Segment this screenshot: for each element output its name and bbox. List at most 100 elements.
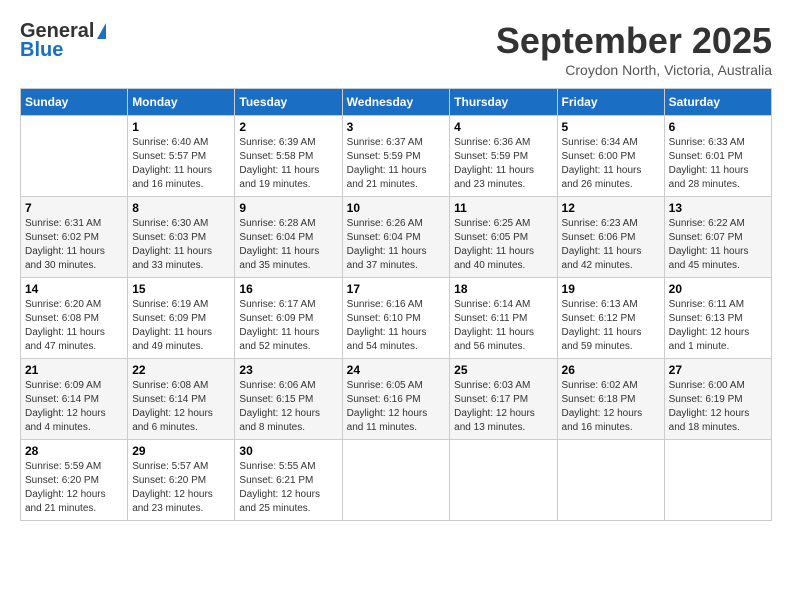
calendar-cell: 21 Sunrise: 6:09 AMSunset: 6:14 PMDayligh… (21, 359, 128, 440)
day-of-week-header: Tuesday (235, 89, 342, 116)
day-info: Sunrise: 6:40 AMSunset: 5:57 PMDaylight:… (132, 136, 230, 192)
day-number: 21 (25, 363, 123, 377)
day-of-week-header: Saturday (664, 89, 771, 116)
day-info: Sunrise: 6:34 AMSunset: 6:00 PMDaylight:… (562, 136, 660, 192)
day-of-week-header: Thursday (450, 89, 557, 116)
day-info: Sunrise: 6:11 AMSunset: 6:13 PMDaylight:… (669, 298, 767, 354)
day-number: 1 (132, 120, 230, 134)
day-info: Sunrise: 6:25 AMSunset: 6:05 PMDaylight:… (454, 217, 552, 273)
day-info: Sunrise: 6:09 AMSunset: 6:14 PMDaylight:… (25, 379, 123, 435)
day-info: Sunrise: 5:59 AMSunset: 6:20 PMDaylight:… (25, 460, 123, 516)
day-info: Sunrise: 6:23 AMSunset: 6:06 PMDaylight:… (562, 217, 660, 273)
calendar-cell: 13Sunrise: 6:22 AMSunset: 6:07 PMDayligh… (664, 197, 771, 278)
day-number: 6 (669, 120, 767, 134)
day-number: 10 (347, 201, 446, 215)
calendar-cell: 7Sunrise: 6:31 AMSunset: 6:02 PMDaylight… (21, 197, 128, 278)
calendar-week-row: 7Sunrise: 6:31 AMSunset: 6:02 PMDaylight… (21, 197, 772, 278)
calendar-cell: 3 Sunrise: 6:37 AMSunset: 5:59 PMDaylight… (342, 116, 450, 197)
calendar-cell: 30 Sunrise: 5:55 AMSunset: 6:21 PMDayligh… (235, 440, 342, 521)
day-info: Sunrise: 6:39 AMSunset: 5:58 PMDaylight:… (239, 136, 337, 192)
calendar-cell: 19 Sunrise: 6:13 AMSunset: 6:12 PMDayligh… (557, 278, 664, 359)
day-info: Sunrise: 6:26 AMSunset: 6:04 PMDaylight:… (347, 217, 446, 273)
day-of-week-header: Wednesday (342, 89, 450, 116)
day-info: Sunrise: 6:14 AMSunset: 6:11 PMDaylight:… (454, 298, 552, 354)
day-number: 7 (25, 201, 123, 215)
calendar-week-row: 14 Sunrise: 6:20 AMSunset: 6:08 PMDayligh… (21, 278, 772, 359)
day-number: 3 (347, 120, 446, 134)
day-number: 8 (132, 201, 230, 215)
calendar-cell: 17 Sunrise: 6:16 AMSunset: 6:10 PMDayligh… (342, 278, 450, 359)
day-of-week-header: Friday (557, 89, 664, 116)
logo: General Blue (20, 20, 106, 62)
calendar-cell: 15 Sunrise: 6:19 AMSunset: 6:09 PMDayligh… (128, 278, 235, 359)
page-header: General Blue September 2025 Croydon Nort… (20, 20, 772, 78)
calendar-cell: 14 Sunrise: 6:20 AMSunset: 6:08 PMDayligh… (21, 278, 128, 359)
day-number: 2 (239, 120, 337, 134)
calendar-cell: 9 Sunrise: 6:28 AMSunset: 6:04 PMDaylight… (235, 197, 342, 278)
day-info: Sunrise: 6:05 AMSunset: 6:16 PMDaylight:… (347, 379, 446, 435)
calendar-cell: 5 Sunrise: 6:34 AMSunset: 6:00 PMDaylight… (557, 116, 664, 197)
calendar-week-row: 1 Sunrise: 6:40 AMSunset: 5:57 PMDaylight… (21, 116, 772, 197)
day-info: Sunrise: 6:02 AMSunset: 6:18 PMDaylight:… (562, 379, 660, 435)
calendar-cell: 4Sunrise: 6:36 AMSunset: 5:59 PMDaylight… (450, 116, 557, 197)
calendar-cell: 18Sunrise: 6:14 AMSunset: 6:11 PMDayligh… (450, 278, 557, 359)
day-info: Sunrise: 6:06 AMSunset: 6:15 PMDaylight:… (239, 379, 337, 435)
title-section: September 2025 Croydon North, Victoria, … (496, 20, 772, 78)
day-info: Sunrise: 6:00 AMSunset: 6:19 PMDaylight:… (669, 379, 767, 435)
day-number: 24 (347, 363, 446, 377)
day-info: Sunrise: 5:57 AMSunset: 6:20 PMDaylight:… (132, 460, 230, 516)
day-number: 28 (25, 444, 123, 458)
day-number: 27 (669, 363, 767, 377)
day-info: Sunrise: 6:28 AMSunset: 6:04 PMDaylight:… (239, 217, 337, 273)
day-number: 5 (562, 120, 660, 134)
day-number: 12 (562, 201, 660, 215)
calendar-cell: 28 Sunrise: 5:59 AMSunset: 6:20 PMDayligh… (21, 440, 128, 521)
day-info: Sunrise: 6:08 AMSunset: 6:14 PMDaylight:… (132, 379, 230, 435)
calendar-cell: 20 Sunrise: 6:11 AMSunset: 6:13 PMDayligh… (664, 278, 771, 359)
day-number: 25 (454, 363, 552, 377)
calendar-cell: 26 Sunrise: 6:02 AMSunset: 6:18 PMDayligh… (557, 359, 664, 440)
day-number: 9 (239, 201, 337, 215)
day-number: 26 (562, 363, 660, 377)
calendar-cell: 6Sunrise: 6:33 AMSunset: 6:01 PMDaylight… (664, 116, 771, 197)
day-info: Sunrise: 6:22 AMSunset: 6:07 PMDaylight:… (669, 217, 767, 273)
day-number: 30 (239, 444, 337, 458)
day-number: 14 (25, 282, 123, 296)
day-info: Sunrise: 6:20 AMSunset: 6:08 PMDaylight:… (25, 298, 123, 354)
logo-blue: Blue (20, 39, 63, 62)
day-number: 17 (347, 282, 446, 296)
day-number: 15 (132, 282, 230, 296)
day-number: 19 (562, 282, 660, 296)
calendar-cell: 10 Sunrise: 6:26 AMSunset: 6:04 PMDayligh… (342, 197, 450, 278)
calendar-cell: 25Sunrise: 6:03 AMSunset: 6:17 PMDayligh… (450, 359, 557, 440)
calendar-cell (664, 440, 771, 521)
day-number: 16 (239, 282, 337, 296)
calendar-cell (21, 116, 128, 197)
day-number: 29 (132, 444, 230, 458)
calendar-cell: 16Sunrise: 6:17 AMSunset: 6:09 PMDayligh… (235, 278, 342, 359)
calendar-cell: 27 Sunrise: 6:00 AMSunset: 6:19 PMDayligh… (664, 359, 771, 440)
calendar-header-row: SundayMondayTuesdayWednesdayThursdayFrid… (21, 89, 772, 116)
calendar-cell: 12 Sunrise: 6:23 AMSunset: 6:06 PMDayligh… (557, 197, 664, 278)
location: Croydon North, Victoria, Australia (496, 62, 772, 78)
day-of-week-header: Monday (128, 89, 235, 116)
calendar-cell (450, 440, 557, 521)
calendar-cell: 24 Sunrise: 6:05 AMSunset: 6:16 PMDayligh… (342, 359, 450, 440)
calendar-cell: 2 Sunrise: 6:39 AMSunset: 5:58 PMDaylight… (235, 116, 342, 197)
calendar-cell (557, 440, 664, 521)
calendar-cell: 23Sunrise: 6:06 AMSunset: 6:15 PMDayligh… (235, 359, 342, 440)
day-info: Sunrise: 6:19 AMSunset: 6:09 PMDaylight:… (132, 298, 230, 354)
day-info: Sunrise: 6:16 AMSunset: 6:10 PMDaylight:… (347, 298, 446, 354)
calendar-week-row: 28 Sunrise: 5:59 AMSunset: 6:20 PMDayligh… (21, 440, 772, 521)
day-number: 22 (132, 363, 230, 377)
day-of-week-header: Sunday (21, 89, 128, 116)
day-info: Sunrise: 6:37 AMSunset: 5:59 PMDaylight:… (347, 136, 446, 192)
calendar-cell: 22 Sunrise: 6:08 AMSunset: 6:14 PMDayligh… (128, 359, 235, 440)
day-info: Sunrise: 5:55 AMSunset: 6:21 PMDaylight:… (239, 460, 337, 516)
day-info: Sunrise: 6:13 AMSunset: 6:12 PMDaylight:… (562, 298, 660, 354)
day-number: 20 (669, 282, 767, 296)
month-title: September 2025 (496, 20, 772, 62)
calendar-cell: 29 Sunrise: 5:57 AMSunset: 6:20 PMDayligh… (128, 440, 235, 521)
calendar-cell (342, 440, 450, 521)
calendar-cell: 8Sunrise: 6:30 AMSunset: 6:03 PMDaylight… (128, 197, 235, 278)
